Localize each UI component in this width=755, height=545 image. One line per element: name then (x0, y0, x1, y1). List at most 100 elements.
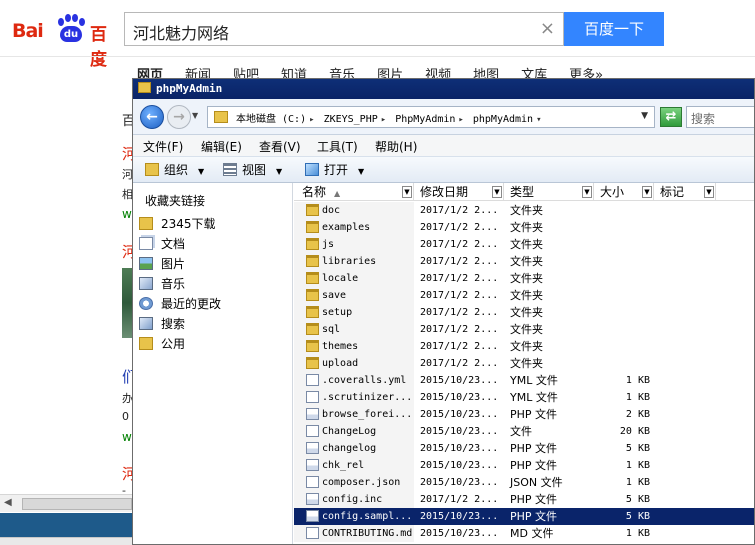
file-type: 文件夹 (510, 272, 543, 285)
file-row[interactable]: doc 2017/1/2 2... 文件夹 (294, 202, 754, 219)
file-date: 2017/1/2 2... (420, 256, 499, 267)
file-row[interactable]: config.sampl... 2015/10/23... PHP 文件 5 KB (294, 508, 754, 525)
chevron-right-icon[interactable]: ▸ (309, 115, 314, 125)
nav-item-2345-downloads[interactable]: 2345下载 (139, 215, 289, 233)
folder-icon (139, 217, 153, 230)
file-type: 文件夹 (510, 357, 543, 370)
folder-icon (306, 238, 319, 250)
nav-item-search[interactable]: 搜索 (139, 315, 289, 333)
refresh-button[interactable]: ⇄ (660, 107, 682, 127)
column-tags[interactable]: 标记 ▼ (654, 183, 716, 201)
file-name: .coveralls.yml (322, 375, 407, 386)
path-dropdown-icon[interactable]: ▼ (641, 111, 648, 121)
column-dropdown-icon[interactable]: ▼ (704, 186, 714, 198)
file-type: PHP 文件 (510, 408, 558, 421)
column-dropdown-icon[interactable]: ▼ (642, 186, 652, 198)
back-button[interactable]: ← (140, 105, 164, 129)
file-row[interactable]: .coveralls.yml 2015/10/23... YML 文件 1 KB (294, 372, 754, 389)
folder-icon (306, 323, 319, 335)
nav-item-label: 图片 (161, 257, 186, 271)
file-name: doc (322, 205, 341, 216)
breadcrumb-item[interactable]: phpMyAdmin (473, 114, 533, 125)
file-row[interactable]: config.inc 2017/1/2 2... PHP 文件 5 KB (294, 491, 754, 508)
file-row[interactable]: browse_forei... 2015/10/23... PHP 文件 2 KB (294, 406, 754, 423)
breadcrumb-item[interactable]: PhpMyAdmin (395, 114, 455, 125)
search-input[interactable]: 河北魅力网络 × (124, 12, 564, 46)
file-row[interactable]: libraries 2017/1/2 2... 文件夹 (294, 253, 754, 270)
file-row[interactable]: changelog 2015/10/23... PHP 文件 5 KB (294, 440, 754, 457)
file-name: CONTRIBUTING.md (322, 528, 413, 539)
menu-view[interactable]: 查看(V) (259, 138, 301, 155)
search-button[interactable]: 百度一下 (564, 12, 664, 46)
organize-icon (145, 163, 159, 176)
nav-item-recent-changes[interactable]: 最近的更改 (139, 295, 289, 313)
breadcrumb-item[interactable]: 本地磁盘 (C:) (236, 114, 306, 125)
file-name: changelog (322, 443, 377, 454)
chevron-right-icon[interactable]: ▸ (381, 115, 386, 125)
column-dropdown-icon[interactable]: ▼ (492, 186, 502, 198)
nav-item-music[interactable]: 音乐 (139, 275, 289, 293)
file-row[interactable]: ChangeLog 2015/10/23... 文件 20 KB (294, 423, 754, 440)
open-button[interactable]: 打开 ▼ (305, 161, 364, 179)
logo-text-right: 百度 (90, 25, 107, 70)
file-icon (306, 476, 319, 488)
file-name: composer.json (322, 477, 401, 488)
nav-item-public[interactable]: 公用 (139, 335, 289, 353)
file-row[interactable]: sql 2017/1/2 2... 文件夹 (294, 321, 754, 338)
path-field[interactable]: 本地磁盘 (C:) ▸ ZKEYS_PHP ▸ PhpMyAdmin ▸ phpMyA… (207, 106, 655, 128)
file-row[interactable]: js 2017/1/2 2... 文件夹 (294, 236, 754, 253)
file-date: 2015/10/23... (420, 460, 499, 471)
file-row[interactable]: composer.json 2015/10/23... JSON 文件 1 KB (294, 474, 754, 491)
file-date: 2015/10/23... (420, 409, 499, 420)
file-row[interactable]: locale 2017/1/2 2... 文件夹 (294, 270, 754, 287)
folder-search-input[interactable]: 搜索 (686, 106, 754, 128)
file-date: 2017/1/2 2... (420, 273, 499, 284)
recent-pages-chevron-icon[interactable]: ▼ (192, 111, 198, 120)
file-row[interactable]: CONTRIBUTING.md 2015/10/23... MD 文件 1 KB (294, 525, 754, 542)
views-button[interactable]: 视图 ▼ (223, 161, 282, 179)
scrollbar-thumb[interactable] (22, 498, 132, 510)
chevron-down-icon[interactable]: ▾ (536, 115, 541, 125)
chevron-right-icon[interactable]: ▸ (458, 115, 463, 125)
nav-item-pictures[interactable]: 图片 (139, 255, 289, 273)
breadcrumb-item[interactable]: ZKEYS_PHP (324, 114, 378, 125)
menu-file[interactable]: 文件(F) (143, 138, 183, 155)
clear-icon[interactable]: × (540, 18, 555, 39)
baidu-logo[interactable]: Bai du 百度 (12, 8, 118, 70)
views-icon (223, 163, 237, 176)
address-bar: ← → ▼ 本地磁盘 (C:) ▸ ZKEYS_PHP ▸ PhpMyAdmin ▸ … (133, 99, 754, 135)
file-list-pane: 名称 ▲ ▼ 修改日期 ▼ 类型 ▼ 大小 ▼ 标记 ▼ doc 2017/1/2 … (294, 183, 754, 544)
file-name: libraries (322, 256, 377, 267)
column-header-row: 名称 ▲ ▼ 修改日期 ▼ 类型 ▼ 大小 ▼ 标记 ▼ (294, 183, 754, 201)
organize-button[interactable]: 组织 ▼ (145, 161, 204, 179)
file-row[interactable]: save 2017/1/2 2... 文件夹 (294, 287, 754, 304)
column-dropdown-icon[interactable]: ▼ (402, 186, 412, 198)
scroll-left-icon[interactable]: ◀ (4, 497, 12, 508)
nav-item-documents[interactable]: 文档 (139, 235, 289, 253)
menu-help[interactable]: 帮助(H) (375, 138, 417, 155)
column-date-modified[interactable]: 修改日期 ▼ (414, 183, 504, 201)
menu-edit[interactable]: 编辑(E) (201, 138, 242, 155)
file-size: 1 KB (625, 477, 650, 488)
search-query: 河北魅力网络 (133, 24, 230, 43)
file-row[interactable]: examples 2017/1/2 2... 文件夹 (294, 219, 754, 236)
title-bar[interactable]: phpMyAdmin (133, 79, 754, 99)
file-name: config.inc (322, 494, 383, 505)
file-size: 5 KB (625, 511, 650, 522)
column-size[interactable]: 大小 ▼ (594, 183, 654, 201)
column-dropdown-icon[interactable]: ▼ (582, 186, 592, 198)
file-row[interactable]: .scrutinizer... 2015/10/23... YML 文件 1 KB (294, 389, 754, 406)
file-icon (306, 374, 319, 386)
file-row[interactable]: setup 2017/1/2 2... 文件夹 (294, 304, 754, 321)
forward-button[interactable]: → (167, 105, 191, 129)
column-type[interactable]: 类型 ▼ (504, 183, 594, 201)
menu-tools[interactable]: 工具(T) (317, 138, 358, 155)
file-row[interactable]: themes 2017/1/2 2... 文件夹 (294, 338, 754, 355)
file-row[interactable]: chk_rel 2015/10/23... PHP 文件 1 KB (294, 457, 754, 474)
file-row[interactable]: upload 2017/1/2 2... 文件夹 (294, 355, 754, 372)
file-type: 文件夹 (510, 323, 543, 336)
recent-changes-icon (139, 297, 153, 310)
file-name: upload (322, 358, 359, 369)
column-label: 名称 (302, 185, 327, 199)
column-name[interactable]: 名称 ▲ ▼ (294, 183, 414, 201)
